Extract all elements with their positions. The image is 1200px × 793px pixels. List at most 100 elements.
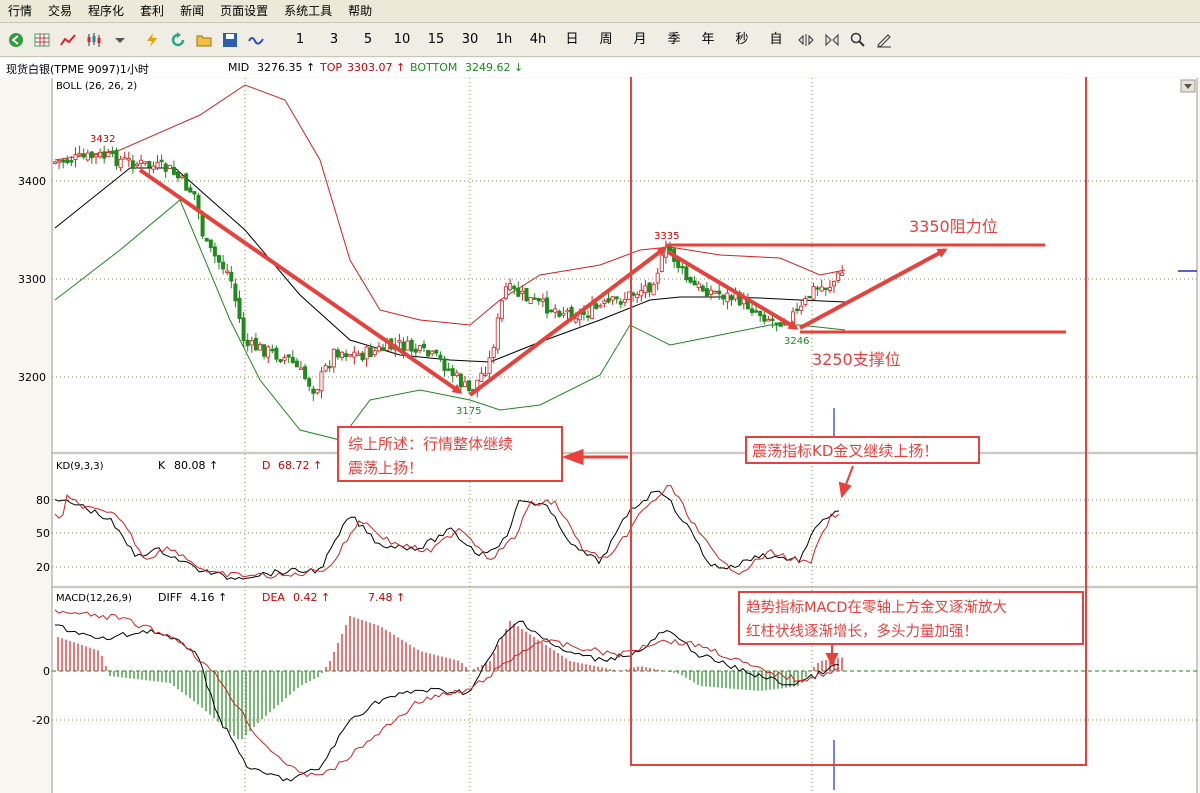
candle bbox=[680, 265, 685, 269]
kd-tick: 50 bbox=[36, 527, 50, 540]
menu-item[interactable]: 程序化 bbox=[80, 0, 132, 22]
dropdown-icon[interactable] bbox=[107, 27, 133, 53]
candle bbox=[462, 381, 467, 388]
menu-item[interactable]: 页面设置 bbox=[212, 0, 276, 22]
period-button[interactable]: 30 bbox=[453, 27, 487, 53]
menu-item[interactable]: 套利 bbox=[132, 0, 172, 22]
grid-icon[interactable] bbox=[29, 27, 55, 53]
save-icon[interactable] bbox=[217, 27, 243, 53]
menu-item[interactable]: 系统工具 bbox=[276, 0, 340, 22]
candle bbox=[167, 164, 172, 170]
back-icon[interactable] bbox=[3, 27, 29, 53]
kd-panel bbox=[52, 455, 1197, 585]
period-button[interactable]: 秒 bbox=[725, 27, 759, 53]
candle bbox=[840, 272, 845, 276]
candle bbox=[204, 237, 209, 242]
candle bbox=[208, 239, 213, 248]
candle bbox=[245, 339, 250, 347]
period-button[interactable]: 日 bbox=[555, 27, 589, 53]
wave-icon[interactable] bbox=[243, 27, 269, 53]
candle bbox=[524, 287, 529, 302]
period-button[interactable]: 1 bbox=[283, 27, 317, 53]
candle bbox=[713, 291, 718, 294]
candle bbox=[282, 357, 287, 361]
candle bbox=[803, 298, 808, 306]
summary-line: 综上所述：行情整体继续 bbox=[348, 435, 513, 453]
candle bbox=[405, 340, 410, 351]
period-button[interactable]: 4h bbox=[521, 27, 555, 53]
lightning-icon[interactable] bbox=[139, 27, 165, 53]
candle bbox=[229, 271, 234, 282]
split-icon[interactable] bbox=[819, 27, 845, 53]
candle bbox=[114, 150, 119, 167]
menu-item[interactable]: 新闻 bbox=[172, 0, 212, 22]
candle bbox=[94, 154, 99, 158]
line-chart-icon[interactable] bbox=[55, 27, 81, 53]
candle bbox=[606, 298, 611, 303]
candle bbox=[618, 301, 623, 305]
candle bbox=[81, 153, 86, 158]
candle bbox=[339, 351, 344, 358]
candle bbox=[545, 297, 550, 314]
candle bbox=[528, 297, 533, 304]
candle bbox=[319, 371, 324, 392]
candle bbox=[184, 173, 189, 191]
low-label: 3175 bbox=[456, 406, 481, 417]
search-icon[interactable] bbox=[845, 27, 871, 53]
candle bbox=[360, 352, 365, 361]
period-button[interactable]: 15 bbox=[419, 27, 453, 53]
period-button[interactable]: 3 bbox=[317, 27, 351, 53]
folder-icon[interactable] bbox=[191, 27, 217, 53]
candle bbox=[241, 317, 246, 341]
candle bbox=[434, 349, 439, 354]
period-button[interactable]: 月 bbox=[623, 27, 657, 53]
candle bbox=[704, 288, 709, 298]
candle bbox=[684, 266, 689, 281]
candle bbox=[270, 348, 275, 352]
refresh-icon[interactable] bbox=[165, 27, 191, 53]
kd-tick: 20 bbox=[36, 561, 50, 574]
period-button[interactable]: 年 bbox=[691, 27, 725, 53]
macd-dea-value: 0.42 ↑ bbox=[293, 591, 330, 604]
candle bbox=[257, 344, 262, 351]
candle bbox=[188, 187, 193, 193]
menu-item[interactable]: 行情 bbox=[0, 0, 40, 22]
candle bbox=[614, 296, 619, 300]
candle bbox=[635, 293, 640, 298]
menu-item[interactable]: 交易 bbox=[40, 0, 80, 22]
support-note: 3250支撑位 bbox=[812, 350, 901, 369]
candle bbox=[819, 286, 824, 292]
symbol-title: 现货白银(TPME 9097)1小时 bbox=[6, 63, 149, 76]
candle bbox=[118, 158, 123, 169]
macd-note-box: 趋势指标MACD在零轴上方金叉逐渐放大 红柱状线逐渐增长，多头力量加强！ bbox=[738, 591, 1084, 645]
chart-area[interactable]: 3400 3300 3200 80 50 20 0 -20 BOLL (26, … bbox=[0, 77, 1200, 793]
zoom-horizontal-icon[interactable] bbox=[793, 27, 819, 53]
candle bbox=[553, 308, 558, 313]
candle bbox=[290, 357, 295, 364]
candle bbox=[467, 380, 472, 391]
candle bbox=[750, 308, 755, 313]
summary-line: 震荡上扬！ bbox=[348, 459, 423, 477]
candle bbox=[450, 368, 455, 376]
bottom-value: 3249.62 ↓ bbox=[465, 61, 524, 74]
period-button[interactable]: 1h bbox=[487, 27, 521, 53]
candle bbox=[430, 350, 435, 355]
period-button[interactable]: 季 bbox=[657, 27, 691, 53]
candle bbox=[159, 159, 164, 163]
low-label: 3246 bbox=[784, 336, 809, 347]
candle-icon[interactable] bbox=[81, 27, 107, 53]
candle bbox=[278, 359, 283, 363]
macd-tick: 0 bbox=[43, 665, 50, 678]
kd-label: KD(9,3,3) bbox=[56, 461, 104, 472]
candle bbox=[126, 158, 131, 161]
period-button[interactable]: 5 bbox=[351, 27, 385, 53]
candle bbox=[253, 337, 258, 351]
draw-pen-icon[interactable] bbox=[871, 27, 897, 53]
kd-note-box: 震荡指标KD金叉继续上扬！ bbox=[745, 436, 980, 464]
menu-item[interactable]: 帮助 bbox=[340, 0, 380, 22]
candle bbox=[594, 303, 599, 309]
period-button[interactable]: 10 bbox=[385, 27, 419, 53]
period-button[interactable]: 自 bbox=[759, 27, 793, 53]
period-button[interactable]: 周 bbox=[589, 27, 623, 53]
candle bbox=[483, 373, 488, 376]
